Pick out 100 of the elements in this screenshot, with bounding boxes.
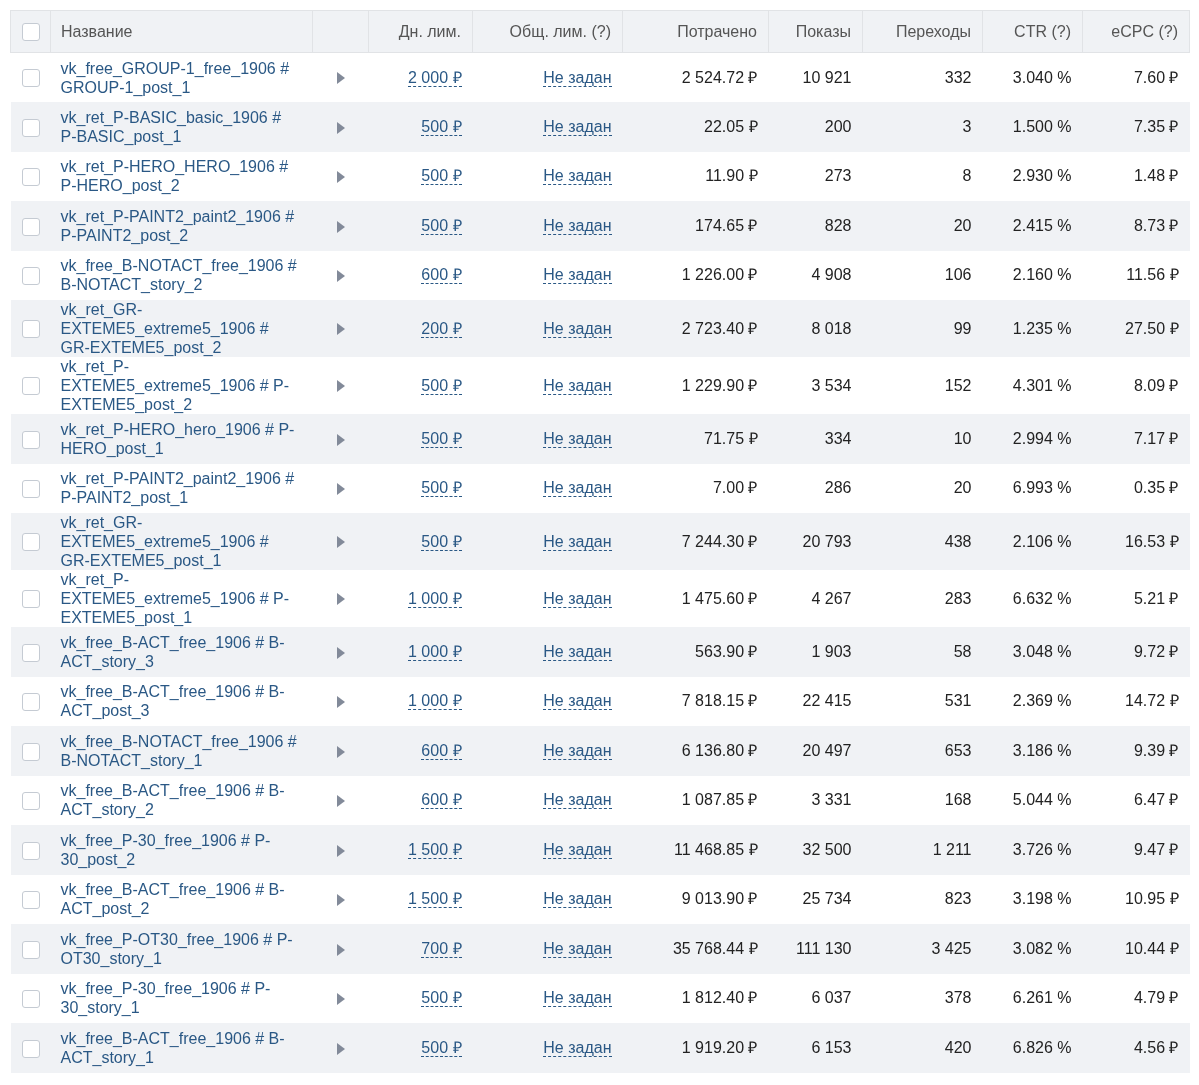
total-limit-link[interactable]: Не задан	[543, 741, 612, 760]
total-limit-link[interactable]: Не задан	[543, 319, 612, 338]
campaign-link[interactable]: vk_free_B-ACT_free_1906 # B-ACT_post_3	[60, 682, 299, 721]
total-limit-link[interactable]: Не задан	[543, 692, 612, 711]
checkbox[interactable]	[21, 792, 40, 810]
campaign-link[interactable]: vk_free_P-30_free_1906 # P-30_post_2	[60, 830, 299, 869]
checkbox[interactable]	[21, 841, 40, 860]
total-limit-link[interactable]: Не задан	[543, 117, 612, 136]
campaign-link[interactable]: vk_ret_P-BASIC_basic_1906 # P-BASIC_post_1	[60, 107, 299, 146]
campaign-link[interactable]: vk_free_B-ACT_free_1906 # B-ACT_post_2	[60, 880, 299, 919]
total-limit-link[interactable]: Не задан	[543, 167, 612, 186]
campaign-link[interactable]: vk_free_P-30_free_1906 # P-30_story_1	[60, 979, 299, 1018]
checkbox[interactable]	[21, 23, 40, 42]
campaign-link[interactable]: vk_free_B-NOTACT_free_1906 # B-NOTACT_story_1	[60, 731, 299, 770]
total-limit-link[interactable]: Не задан	[543, 890, 612, 909]
campaign-link[interactable]: vk_ret_P-PAINT2_paint2_1906 # P-PAINT2_post_2	[60, 206, 299, 245]
checkbox[interactable]	[21, 377, 40, 396]
campaign-link[interactable]: vk_free_B-ACT_free_1906 # B-ACT_story_2	[60, 781, 299, 820]
daily-limit-link[interactable]: 600 ₽	[421, 266, 462, 285]
total-limit-link[interactable]: Не задан	[543, 266, 612, 285]
triangle-icon[interactable]	[336, 171, 345, 183]
daily-limit-link[interactable]: 1 500 ₽	[408, 890, 462, 909]
total-limit-link[interactable]: Не задан	[543, 376, 612, 395]
checkbox[interactable]	[21, 643, 40, 662]
triangle-icon[interactable]	[336, 220, 345, 233]
daily-limit-link[interactable]: 2 000 ₽	[408, 68, 462, 87]
total-limit-link[interactable]: Не задан	[543, 216, 612, 235]
triangle-icon[interactable]	[336, 121, 345, 134]
checkbox[interactable]	[21, 1039, 40, 1058]
triangle-icon[interactable]	[336, 1042, 345, 1055]
campaign-link[interactable]: vk_free_GROUP-1_free_1906 # GROUP-1_post_1	[60, 58, 299, 97]
checkbox[interactable]	[21, 217, 40, 236]
checkbox[interactable]	[21, 693, 40, 711]
checkbox[interactable]	[21, 940, 40, 959]
triangle-icon[interactable]	[336, 745, 345, 758]
campaign-link[interactable]: vk_ret_P-HERO_HERO_1906 # P-HERO_post_2	[60, 157, 299, 196]
total-limit-link[interactable]: Не задан	[543, 429, 612, 448]
triangle-icon[interactable]	[336, 380, 345, 393]
triangle-icon[interactable]	[336, 943, 345, 956]
daily-limit-link[interactable]: 500 ₽	[421, 117, 462, 136]
total-limit-link[interactable]: Не задан	[543, 939, 612, 958]
campaign-link[interactable]: vk_free_B-ACT_free_1906 # B-ACT_story_1	[60, 1028, 299, 1067]
total-limit-link[interactable]: Не задан	[543, 642, 612, 661]
daily-limit-link[interactable]: 1 000 ₽	[408, 589, 462, 608]
daily-limit-link[interactable]: 500 ₽	[421, 429, 462, 448]
campaign-link[interactable]: vk_free_B-ACT_free_1906 # B-ACT_story_3	[60, 632, 299, 671]
daily-limit-link[interactable]: 1 500 ₽	[408, 840, 462, 859]
daily-limit-link[interactable]: 500 ₽	[421, 376, 462, 395]
checkbox[interactable]	[21, 990, 40, 1008]
triangle-icon[interactable]	[336, 795, 345, 807]
triangle-icon[interactable]	[336, 536, 345, 549]
triangle-icon[interactable]	[336, 894, 345, 906]
triangle-icon[interactable]	[336, 993, 345, 1005]
daily-limit-link[interactable]: 500 ₽	[421, 989, 462, 1008]
column-header[interactable]: Название	[61, 22, 133, 40]
triangle-icon[interactable]	[336, 646, 345, 659]
daily-limit-link[interactable]: 500 ₽	[421, 216, 462, 235]
campaign-link[interactable]: vk_free_P-OT30_free_1906 # P-OT30_story_1	[60, 929, 299, 968]
triangle-icon[interactable]	[336, 270, 345, 282]
total-limit-link[interactable]: Не задан	[543, 1038, 612, 1057]
daily-limit-link[interactable]: 1 000 ₽	[408, 692, 462, 711]
checkbox[interactable]	[21, 533, 40, 552]
daily-limit-link[interactable]: 200 ₽	[421, 319, 462, 338]
total-limit-link[interactable]: Не задан	[543, 479, 612, 498]
checkbox[interactable]	[21, 430, 40, 449]
campaign-link[interactable]: vk_ret_P-EXTEME5_extreme5_1906 # P-EXTEME5_post_2	[60, 357, 299, 414]
triangle-icon[interactable]	[336, 483, 345, 495]
checkbox[interactable]	[21, 480, 40, 498]
triangle-icon[interactable]	[336, 72, 345, 85]
daily-limit-link[interactable]: 1 000 ₽	[408, 642, 462, 661]
checkbox[interactable]	[21, 118, 40, 137]
checkbox[interactable]	[21, 267, 40, 285]
total-limit-link[interactable]: Не задан	[543, 68, 612, 87]
total-limit-link[interactable]: Не задан	[543, 840, 612, 859]
campaign-link[interactable]: vk_ret_P-PAINT2_paint2_1906 # P-PAINT2_post_1	[60, 469, 299, 508]
checkbox[interactable]	[21, 168, 40, 186]
triangle-icon[interactable]	[336, 433, 345, 446]
total-limit-link[interactable]: Не задан	[543, 989, 612, 1008]
daily-limit-link[interactable]: 600 ₽	[421, 791, 462, 810]
campaign-link[interactable]: vk_ret_P-EXTEME5_extreme5_1906 # P-EXTEME5_post_1	[60, 570, 299, 627]
daily-limit-link[interactable]: 500 ₽	[421, 532, 462, 551]
triangle-icon[interactable]	[336, 323, 345, 336]
campaign-link[interactable]: vk_ret_P-HERO_hero_1906 # P-HERO_post_1	[60, 419, 299, 458]
total-limit-link[interactable]: Не задан	[543, 532, 612, 551]
daily-limit-link[interactable]: 500 ₽	[421, 479, 462, 498]
campaign-link[interactable]: vk_free_B-NOTACT_free_1906 # B-NOTACT_story_2	[60, 256, 299, 295]
checkbox[interactable]	[21, 891, 40, 909]
checkbox[interactable]	[21, 590, 40, 609]
checkbox[interactable]	[21, 320, 40, 339]
triangle-icon[interactable]	[336, 593, 345, 606]
checkbox[interactable]	[21, 69, 40, 88]
triangle-icon[interactable]	[336, 696, 345, 708]
daily-limit-link[interactable]: 700 ₽	[421, 939, 462, 958]
total-limit-link[interactable]: Не задан	[543, 589, 612, 608]
daily-limit-link[interactable]: 600 ₽	[421, 741, 462, 760]
total-limit-link[interactable]: Не задан	[543, 791, 612, 810]
daily-limit-link[interactable]: 500 ₽	[421, 1038, 462, 1057]
checkbox[interactable]	[21, 742, 40, 761]
daily-limit-link[interactable]: 500 ₽	[421, 167, 462, 186]
triangle-icon[interactable]	[336, 844, 345, 857]
